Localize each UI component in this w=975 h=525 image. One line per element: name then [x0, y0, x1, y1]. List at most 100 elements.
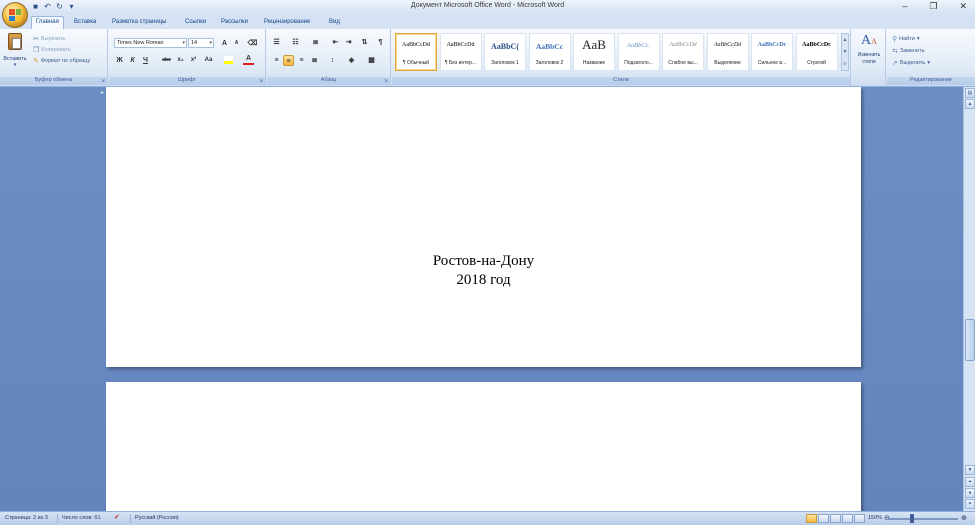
web-layout-view-icon[interactable]	[830, 514, 841, 523]
restore-button[interactable]: ❐	[929, 1, 937, 12]
close-button[interactable]: ✕	[959, 1, 967, 12]
style-card[interactable]: AaBbCc. Подзаголо...	[617, 33, 660, 71]
multilevel-list-icon[interactable]: ≣	[310, 37, 321, 48]
style-card[interactable]: AaBbCcDd ¶ Обычный	[395, 33, 437, 71]
shrink-font-button[interactable]: A	[231, 38, 242, 49]
find-button[interactable]: ⚲ Найти ▾	[892, 35, 920, 43]
increase-indent-icon[interactable]: ⇥	[343, 37, 354, 48]
status-divider	[130, 514, 131, 523]
change-styles-group: AA Изменить стили	[852, 29, 886, 86]
document-text-city[interactable]: Ростов-на-Дону	[106, 253, 861, 270]
grow-font-button[interactable]: A	[219, 38, 230, 49]
bullets-icon[interactable]: ☰	[271, 37, 282, 48]
font-size-combo[interactable]: 14 ▾	[188, 38, 214, 48]
dialog-launcher-icon[interactable]: ⇲	[259, 78, 263, 84]
zoom-slider[interactable]	[888, 518, 958, 520]
font-color-icon[interactable]: A	[243, 55, 254, 66]
style-card[interactable]: AaBbCcDd Выделение	[706, 33, 749, 71]
justify-icon[interactable]: ≣	[309, 55, 320, 66]
full-screen-reading-view-icon[interactable]	[818, 514, 829, 523]
ribbon-tabs: Главная Вставка Разметка страницы Ссылки…	[0, 14, 975, 29]
change-styles-label: Изменить стили	[857, 52, 881, 65]
language-indicator[interactable]: Русский (Россия)	[135, 515, 179, 521]
style-card[interactable]: AaBbCcDd Слабое вы...	[662, 33, 704, 71]
scroll-thumb[interactable]	[965, 319, 975, 361]
document-page[interactable]: Ростов-на-Дону 2018 год	[106, 87, 861, 367]
numbering-icon[interactable]: ☷	[290, 37, 301, 48]
tab-mailings[interactable]: Рассылки	[217, 17, 252, 29]
pilcrow-icon[interactable]: ¶	[375, 37, 386, 48]
decrease-indent-icon[interactable]: ⇤	[330, 37, 341, 48]
change-styles-button[interactable]: AA Изменить стили	[854, 33, 884, 75]
paste-button[interactable]: Вставить ▾	[3, 33, 27, 73]
align-right-icon[interactable]: ≡	[296, 55, 307, 66]
window-title: Документ Microsoft Office Word - Microso…	[410, 2, 565, 9]
underline-button[interactable]: Ч	[140, 55, 151, 66]
select-button[interactable]: ➚ Выделить ▾	[892, 59, 930, 67]
style-card[interactable]: AaBbCcDc Сильное в...	[751, 33, 793, 71]
print-layout-view-icon[interactable]	[806, 514, 817, 523]
highlight-icon[interactable]	[223, 55, 234, 66]
font-group-label: Шрифт	[109, 77, 265, 85]
previous-page-icon[interactable]: ⏶	[965, 477, 975, 487]
format-painter-button[interactable]: ✎ Формат по образцу	[33, 57, 90, 65]
dialog-launcher-icon[interactable]: ⇲	[384, 78, 388, 84]
gallery-scroll[interactable]: ▲ ▼ ≡	[841, 33, 849, 71]
outline-view-icon[interactable]	[842, 514, 853, 523]
replace-button[interactable]: ⇆ Заменить	[892, 47, 925, 55]
style-card[interactable]: AaBbC(Заголовок 1	[484, 33, 526, 71]
bold-button[interactable]: Ж	[114, 55, 125, 66]
italic-button[interactable]: К	[127, 55, 138, 66]
style-card[interactable]: AaBbCcDc Строгий	[795, 33, 838, 71]
align-left-icon[interactable]: ≡	[271, 55, 282, 66]
next-page-icon[interactable]: ⏷	[965, 499, 975, 509]
tab-view[interactable]: Вид	[325, 17, 344, 29]
ruler-toggle-icon[interactable]: ▸	[101, 89, 104, 96]
underline-label: Ч	[143, 57, 148, 64]
style-sample: AaBbCcDd	[669, 42, 697, 48]
scroll-up-icon[interactable]: ▲	[965, 99, 975, 109]
style-card[interactable]: AaB Название	[573, 33, 615, 71]
ruler-icon[interactable]: ▤	[965, 88, 975, 98]
browse-object-icon[interactable]: ●	[965, 488, 975, 498]
style-sample: AaBbCc.	[626, 42, 651, 49]
scroll-down-icon[interactable]: ▼	[965, 465, 975, 475]
style-card[interactable]: AaBbCc Заголовок 2	[528, 33, 571, 71]
clear-format-icon[interactable]: ⌫	[247, 38, 258, 49]
status-divider	[57, 514, 58, 523]
office-button[interactable]	[2, 2, 28, 28]
document-page[interactable]	[106, 382, 861, 511]
strikethrough-button[interactable]: abc	[161, 55, 172, 66]
document-area[interactable]: ▸ Ростов-на-Дону 2018 год	[0, 87, 963, 511]
tab-insert[interactable]: Вставка	[70, 17, 100, 29]
document-text-year[interactable]: 2018 год	[106, 272, 861, 289]
font-name-combo[interactable]: Times New Roman ▾	[114, 38, 187, 48]
shading-icon[interactable]: ◈	[346, 55, 357, 66]
zoom-slider-knob[interactable]	[910, 514, 914, 523]
align-center-icon[interactable]: ≡	[283, 55, 294, 66]
binoculars-icon: ⚲	[892, 36, 898, 43]
line-spacing-icon[interactable]: ↕	[327, 55, 338, 66]
dialog-launcher-icon[interactable]: ⇲	[101, 78, 105, 84]
tab-references[interactable]: Ссылки	[181, 17, 210, 29]
cut-button[interactable]: ✂ Вырезать	[33, 35, 65, 43]
superscript-button[interactable]: x²	[188, 55, 199, 66]
zoom-level[interactable]: 150%	[868, 515, 882, 521]
zoom-in-icon[interactable]: ⊕	[961, 514, 967, 522]
style-sample: AaB	[582, 37, 606, 52]
page-indicator[interactable]: Страница: 2 из 3	[5, 515, 48, 521]
sort-icon[interactable]: ⇅	[359, 37, 370, 48]
tab-page-layout[interactable]: Разметка страницы	[108, 17, 170, 29]
vertical-scrollbar[interactable]: ▤ ▲ ▼ ⏶ ● ⏷	[963, 87, 975, 511]
draft-view-icon[interactable]	[854, 514, 865, 523]
proofing-icon[interactable]: ✔	[114, 513, 120, 521]
tab-review[interactable]: Рецензирование	[260, 17, 314, 29]
style-card[interactable]: AaBbCcDd ¶ Без интер...	[439, 33, 482, 71]
change-case-button[interactable]: Aa	[203, 55, 214, 66]
tab-home[interactable]: Главная	[31, 16, 64, 29]
word-count[interactable]: Число слов: 61	[62, 515, 101, 521]
minimize-button[interactable]: –	[902, 1, 907, 12]
borders-icon[interactable]: ▦	[366, 55, 377, 66]
copy-button[interactable]: ❐ Копировать	[33, 46, 71, 54]
subscript-button[interactable]: x₂	[175, 55, 186, 66]
